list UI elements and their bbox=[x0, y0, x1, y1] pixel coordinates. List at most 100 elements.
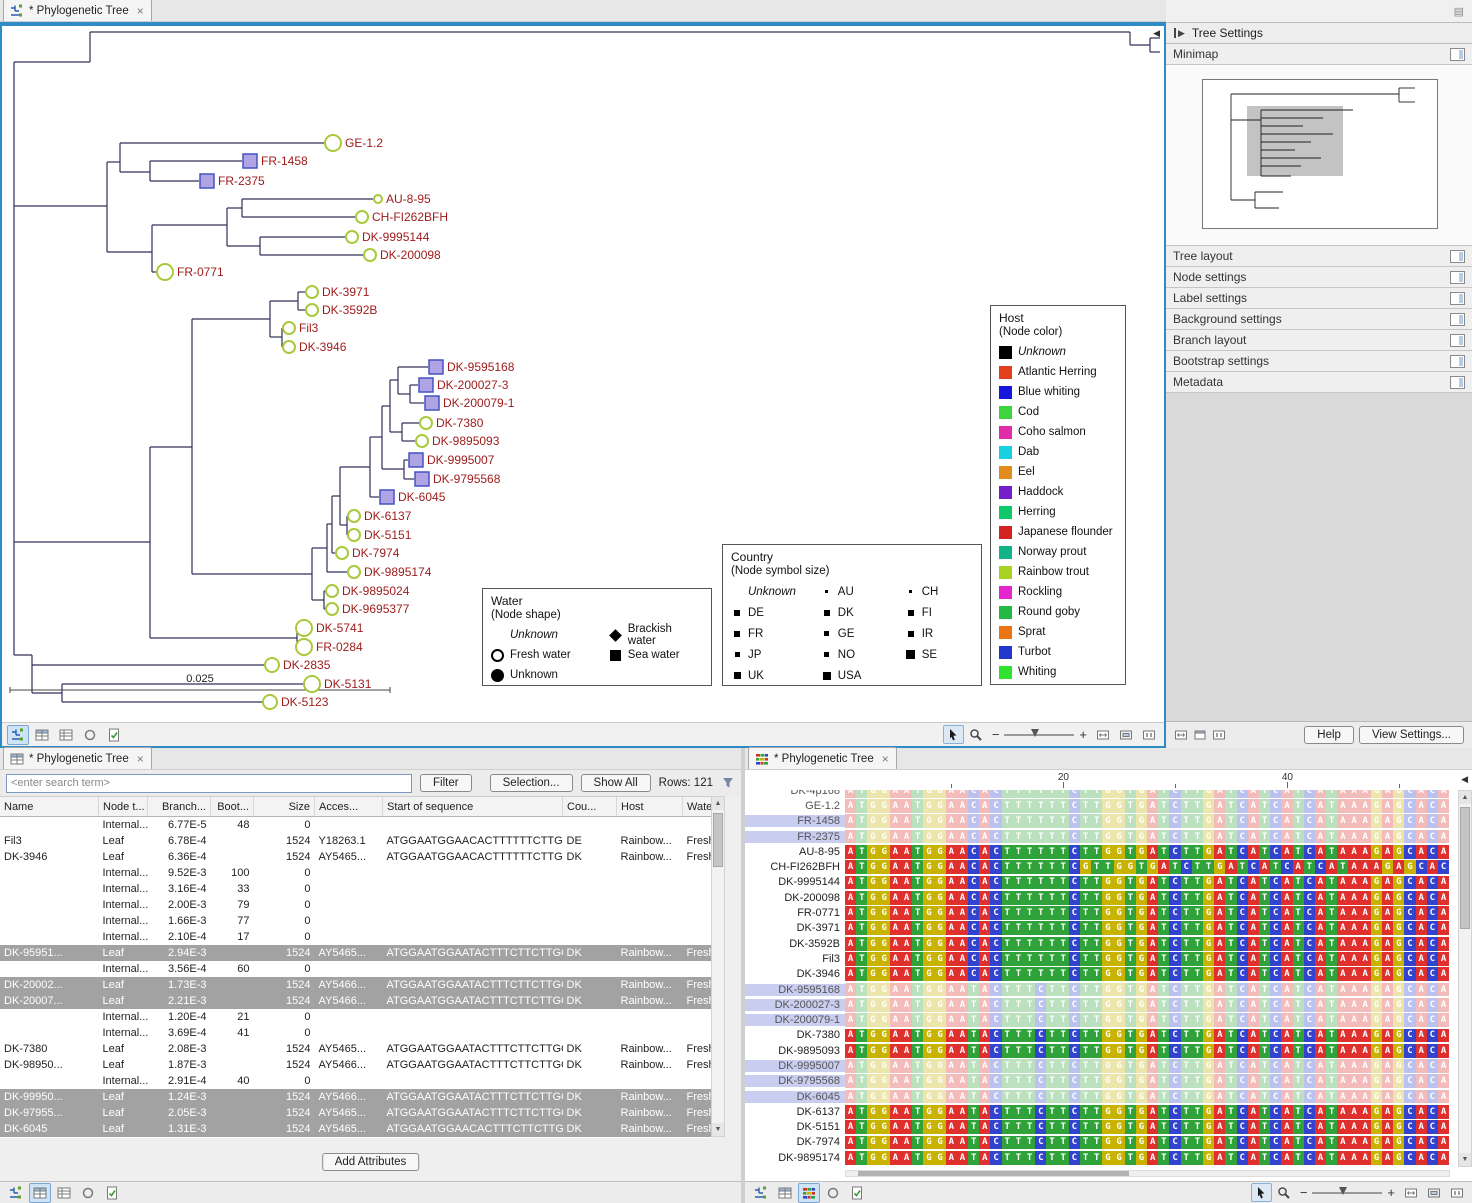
tree-node[interactable] bbox=[348, 566, 360, 578]
zoom-selection-icon[interactable] bbox=[1423, 1183, 1444, 1202]
alignment-row[interactable]: DK-9895093ATGGAATGGAATACTTTCTTCTTGGTGATC… bbox=[745, 1043, 1458, 1058]
help-button[interactable]: Help bbox=[1304, 726, 1354, 744]
settings-section-bootstrap-settings[interactable]: Bootstrap settings bbox=[1166, 351, 1472, 372]
tree-node[interactable] bbox=[306, 286, 318, 298]
alignment-row[interactable]: DK-7974ATGGAATGGAATACTTTCTTCTTGGTGATCTTG… bbox=[745, 1135, 1458, 1150]
table-row[interactable]: DK-3946Leaf6.36E-41524AY5465...ATGGAATGG… bbox=[0, 849, 711, 865]
table-row[interactable]: Internal...3.69E-4410 bbox=[0, 1025, 711, 1041]
tree-view-icon[interactable] bbox=[750, 1183, 772, 1203]
pointer-tool-icon[interactable] bbox=[1251, 1183, 1272, 1202]
dock-left-icon[interactable] bbox=[1174, 728, 1188, 742]
column-header[interactable]: Size bbox=[254, 797, 315, 817]
tree-node[interactable] bbox=[243, 154, 257, 168]
table-row[interactable]: Internal...2.10E-4170 bbox=[0, 929, 711, 945]
tree-node[interactable] bbox=[296, 620, 312, 636]
alignment-row[interactable]: DK-9995007ATGGAATGGAATACTTTCTTCTTGGTGATC… bbox=[745, 1058, 1458, 1073]
table-row[interactable]: Internal...1.66E-3770 bbox=[0, 913, 711, 929]
form-view-icon[interactable] bbox=[846, 1183, 868, 1203]
tree-leaf-label[interactable]: Fil3 bbox=[299, 321, 319, 335]
panel-icon[interactable] bbox=[1450, 271, 1465, 284]
table-row[interactable]: Internal...1.20E-4210 bbox=[0, 1009, 711, 1025]
table-view-icon[interactable] bbox=[774, 1183, 796, 1203]
tree-leaf-label[interactable]: DK-6045 bbox=[398, 490, 446, 504]
alignment-vertical-scrollbar[interactable]: ▲ ▼ bbox=[1458, 790, 1472, 1167]
tab-close-icon[interactable]: × bbox=[882, 754, 889, 764]
tree-canvas[interactable]: 0.025GE-1.2FR-1458FR-2375AU-8-95CH-FI262… bbox=[2, 26, 1164, 722]
show-all-button[interactable]: Show All bbox=[581, 774, 651, 792]
scrollbar-thumb[interactable] bbox=[713, 813, 723, 867]
column-header[interactable]: Start of sequence bbox=[383, 797, 563, 817]
alignment-row[interactable]: Fil3ATGGAATGGAACACTTTTTTCTTGGTGATCTTGATC… bbox=[745, 951, 1458, 966]
tree-leaf-label[interactable]: DK-5123 bbox=[281, 695, 329, 709]
settings-section-minimap[interactable]: Minimap bbox=[1166, 44, 1472, 65]
tree-node[interactable] bbox=[306, 304, 318, 316]
tree-leaf-label[interactable]: DK-9895024 bbox=[342, 584, 410, 598]
table-row[interactable]: DK-99950...Leaf1.24E-31524AY5466...ATGGA… bbox=[0, 1089, 711, 1105]
pointer-tool-icon[interactable] bbox=[943, 725, 964, 744]
table-row[interactable]: Internal...3.16E-4330 bbox=[0, 881, 711, 897]
zoom-selection-icon[interactable] bbox=[1115, 725, 1136, 744]
scroll-down-icon[interactable]: ▼ bbox=[712, 1123, 724, 1136]
alignment-row[interactable]: DK-9795568ATGGAATGGAATACTTTCTTCTTGGTGATC… bbox=[745, 1074, 1458, 1089]
tree-node[interactable] bbox=[265, 658, 279, 672]
table-view-icon[interactable] bbox=[29, 1183, 51, 1203]
panel-icon[interactable] bbox=[1450, 48, 1465, 61]
settings-section-tree-layout[interactable]: Tree layout bbox=[1166, 246, 1472, 267]
scroll-down-icon[interactable]: ▼ bbox=[1459, 1153, 1471, 1166]
alignment-row[interactable]: DK-6045ATGGAATGGAATACTTTCTTCTTGGTGATCTTG… bbox=[745, 1089, 1458, 1104]
tree-leaf-label[interactable]: DK-5131 bbox=[324, 677, 372, 691]
scrollbar-thumb[interactable] bbox=[858, 1171, 1129, 1176]
panel-icon[interactable] bbox=[1450, 313, 1465, 326]
tree-node[interactable] bbox=[409, 453, 423, 467]
tree-leaf-label[interactable]: GE-1.2 bbox=[345, 136, 383, 150]
settings-section-label-settings[interactable]: Label settings bbox=[1166, 288, 1472, 309]
circle-view-icon[interactable] bbox=[822, 1183, 844, 1203]
alignment-row[interactable]: AU-8-95ATGGAATGGAACACTTTTTTCTTGGTGATCTTG… bbox=[745, 844, 1458, 859]
zoom-100-icon[interactable] bbox=[1446, 1183, 1467, 1202]
tab-phylogenetic-tree-alignment[interactable]: * Phylogenetic Tree × bbox=[748, 747, 897, 769]
tree-leaf-label[interactable]: DK-7380 bbox=[436, 416, 484, 430]
scroll-up-icon[interactable]: ▲ bbox=[1459, 791, 1471, 804]
float-window-icon[interactable] bbox=[1193, 728, 1207, 742]
table-row[interactable]: DK-95951...Leaf2.94E-31524AY5465...ATGGA… bbox=[0, 945, 711, 961]
alignment-row[interactable]: DK-4p168ATGGAATGGAACACTTTTTTCTTGGTGATCTT… bbox=[745, 790, 1458, 798]
tree-node[interactable] bbox=[326, 585, 338, 597]
tree-leaf-label[interactable]: DK-9695377 bbox=[342, 602, 410, 616]
alignment-row[interactable]: GE-1.2ATGGAATGGAACACTTTTTTCTTGGTGATCTTGA… bbox=[745, 798, 1458, 813]
fit-view-icon[interactable] bbox=[1400, 1183, 1421, 1202]
alignment-row[interactable]: DK-3971ATGGAATGGAACACTTTTTTCTTGGTGATCTTG… bbox=[745, 921, 1458, 936]
tree-leaf-label[interactable]: DK-3946 bbox=[299, 340, 347, 354]
zoom-in-icon[interactable]: + bbox=[1384, 1185, 1398, 1200]
tree-leaf-label[interactable]: DK-9795568 bbox=[433, 472, 501, 486]
tree-node[interactable] bbox=[336, 547, 348, 559]
tree-node[interactable] bbox=[356, 211, 368, 223]
tree-node[interactable] bbox=[425, 396, 439, 410]
filter-button[interactable]: Filter bbox=[420, 774, 472, 792]
sidebar-header[interactable]: ▶ Tree Settings bbox=[1166, 22, 1472, 44]
tree-leaf-label[interactable]: DK-200079-1 bbox=[443, 396, 515, 410]
alignment-row[interactable]: DK-9895174ATGGAATGGAATACTTTCTTCTTGGTGATC… bbox=[745, 1150, 1458, 1165]
form-view-icon[interactable] bbox=[101, 1183, 123, 1203]
fit-view-icon[interactable] bbox=[1092, 725, 1113, 744]
tree-node[interactable] bbox=[374, 195, 382, 203]
tree-node[interactable] bbox=[200, 174, 214, 188]
zoom-slider[interactable] bbox=[1312, 1185, 1382, 1200]
filter-funnel-icon[interactable] bbox=[721, 776, 735, 790]
tree-leaf-label[interactable]: AU-8-95 bbox=[386, 192, 431, 206]
column-header[interactable]: Acces... bbox=[315, 797, 383, 817]
tree-node[interactable] bbox=[380, 490, 394, 504]
alignment-row[interactable]: DK-9995144ATGGAATGGAACACTTTTTTCTTGGTGATC… bbox=[745, 875, 1458, 890]
tree-leaf-label[interactable]: DK-9895174 bbox=[364, 565, 432, 579]
panel-icon[interactable] bbox=[1450, 250, 1465, 263]
selection-button[interactable]: Selection... bbox=[490, 774, 573, 792]
alignment-row[interactable]: DK-9595168ATGGAATGGAATACTTTCTTCTTGGTGATC… bbox=[745, 982, 1458, 997]
table-row[interactable]: Internal...2.00E-3790 bbox=[0, 897, 711, 913]
alignment-row[interactable]: DK-3592BATGGAATGGAACACTTTTTTCTTGGTGATCTT… bbox=[745, 936, 1458, 951]
tab-phylogenetic-tree[interactable]: * Phylogenetic Tree × bbox=[3, 0, 152, 21]
zoom-out-icon[interactable]: − bbox=[1297, 1185, 1311, 1200]
tree-node[interactable] bbox=[283, 341, 295, 353]
tree-leaf-label[interactable]: CH-FI262BFH bbox=[372, 210, 448, 224]
search-input[interactable] bbox=[6, 774, 412, 793]
dock-right-icon[interactable] bbox=[1212, 728, 1226, 742]
collapse-panel-icon[interactable]: ◀ bbox=[1461, 774, 1468, 785]
